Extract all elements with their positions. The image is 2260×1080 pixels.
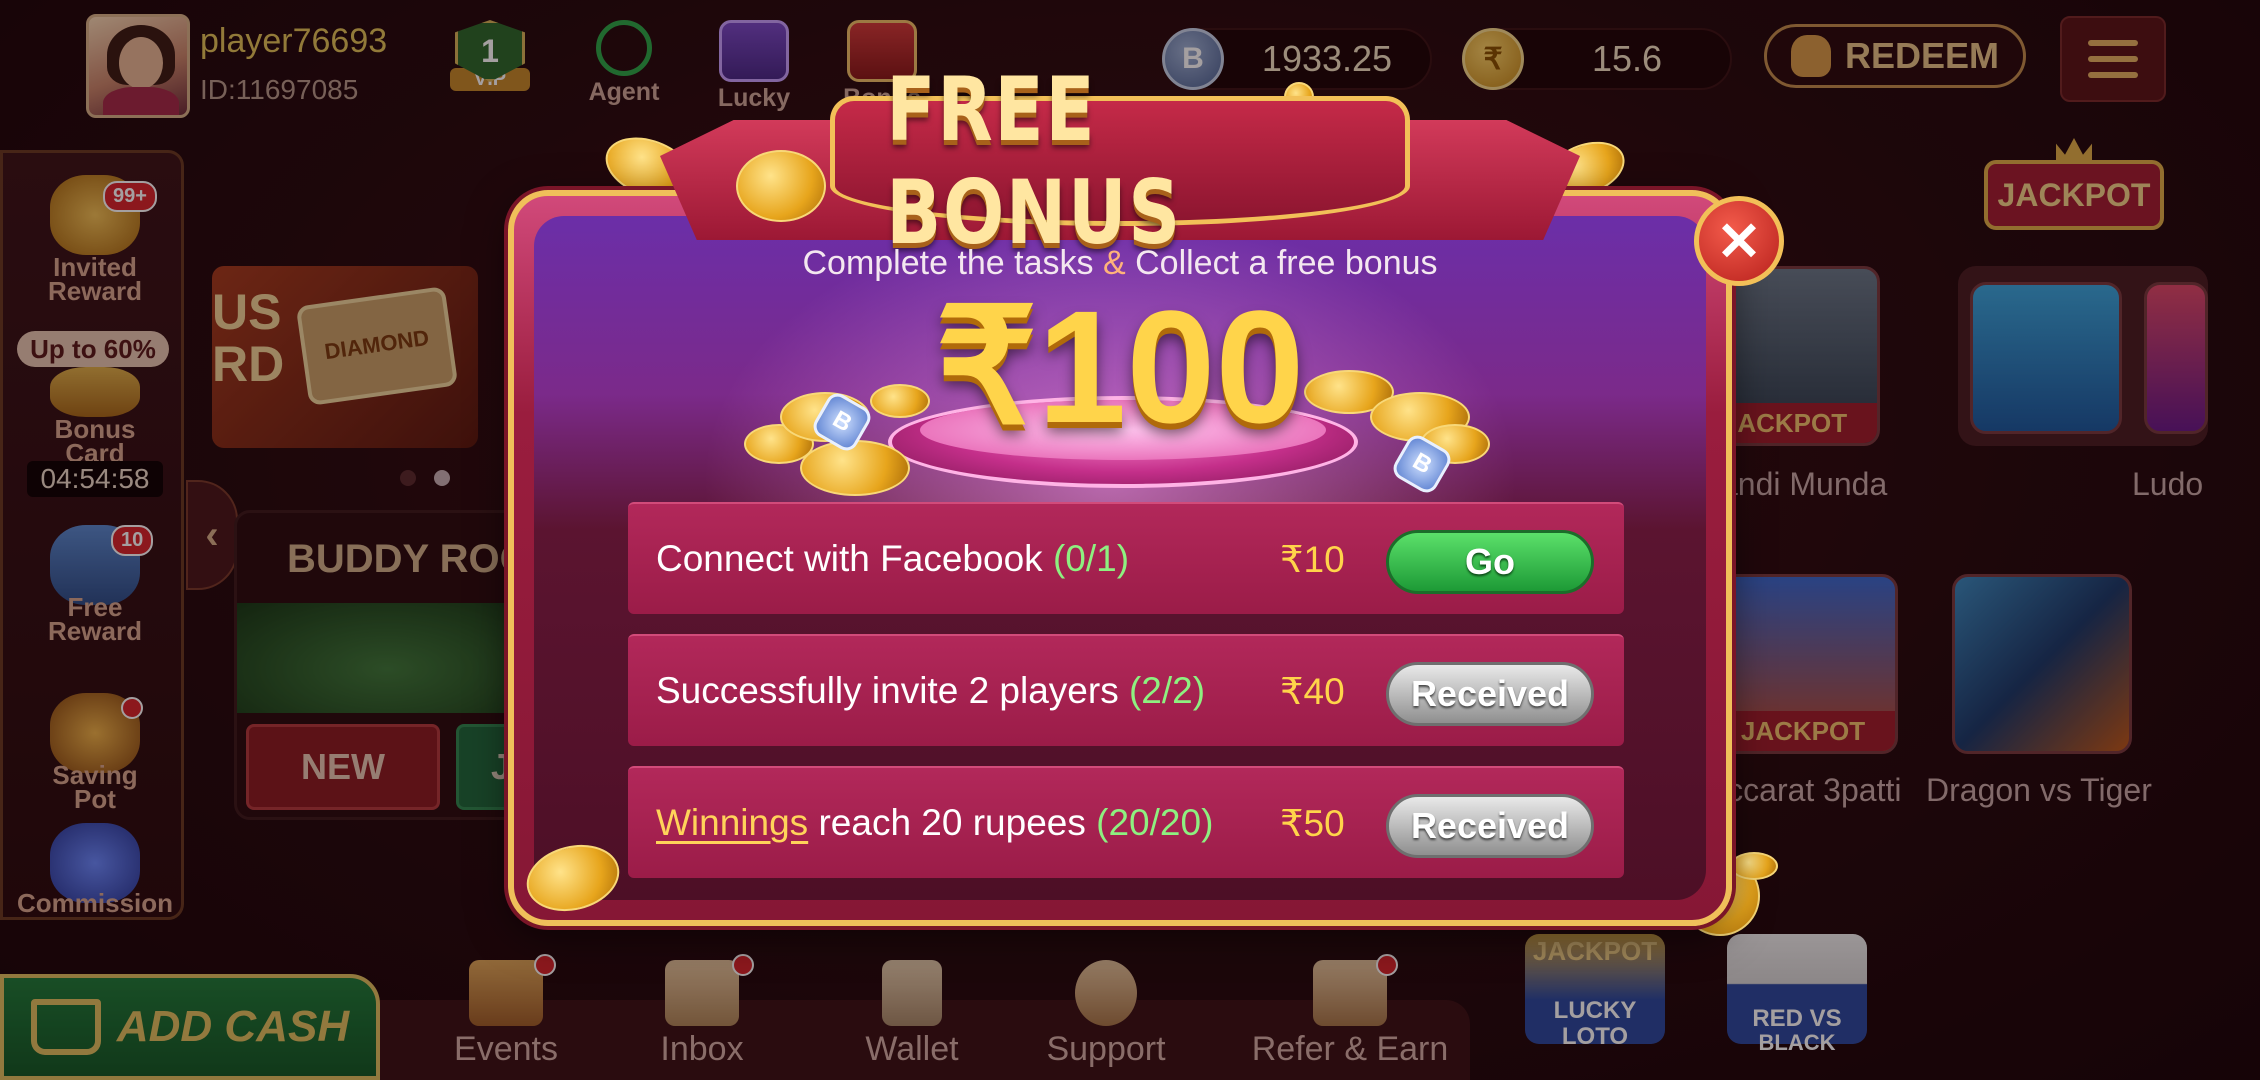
decor-coin: [1730, 852, 1778, 880]
go-button[interactable]: Go: [1386, 530, 1594, 594]
received-button[interactable]: Received: [1386, 662, 1594, 726]
task-label: Connect with Facebook (0/1): [656, 538, 1130, 579]
task-row-invite: Successfully invite 2 players (2/2) ₹40 …: [628, 634, 1624, 746]
winnings-link[interactable]: Winnings: [656, 802, 808, 843]
task-progress: (0/1): [1052, 538, 1130, 579]
task-label: Winnings reach 20 rupees (20/20): [656, 802, 1214, 843]
task-row-winnings: Winnings reach 20 rupees (20/20) ₹50 Rec…: [628, 766, 1624, 878]
dialog-title: FREE BONUS: [886, 58, 1182, 264]
task-reward: ₹40: [1280, 671, 1345, 712]
close-icon: ✕: [1716, 211, 1762, 272]
close-dialog-button[interactable]: ✕: [1694, 196, 1784, 286]
task-reward: ₹50: [1280, 803, 1345, 844]
received-button[interactable]: Received: [1386, 794, 1594, 858]
dialog-title-plate: FREE BONUS: [830, 58, 1410, 264]
task-row-facebook: Connect with Facebook (0/1) ₹10 Go: [628, 502, 1624, 614]
bonus-amount: ₹100: [935, 277, 1305, 456]
rupee-coin-icon: [736, 150, 826, 222]
task-label: Successfully invite 2 players (2/2): [656, 670, 1206, 711]
task-reward: ₹10: [1280, 539, 1345, 580]
coin-pile: [800, 440, 910, 496]
task-progress: (2/2): [1128, 670, 1206, 711]
task-progress: (20/20): [1096, 802, 1214, 843]
